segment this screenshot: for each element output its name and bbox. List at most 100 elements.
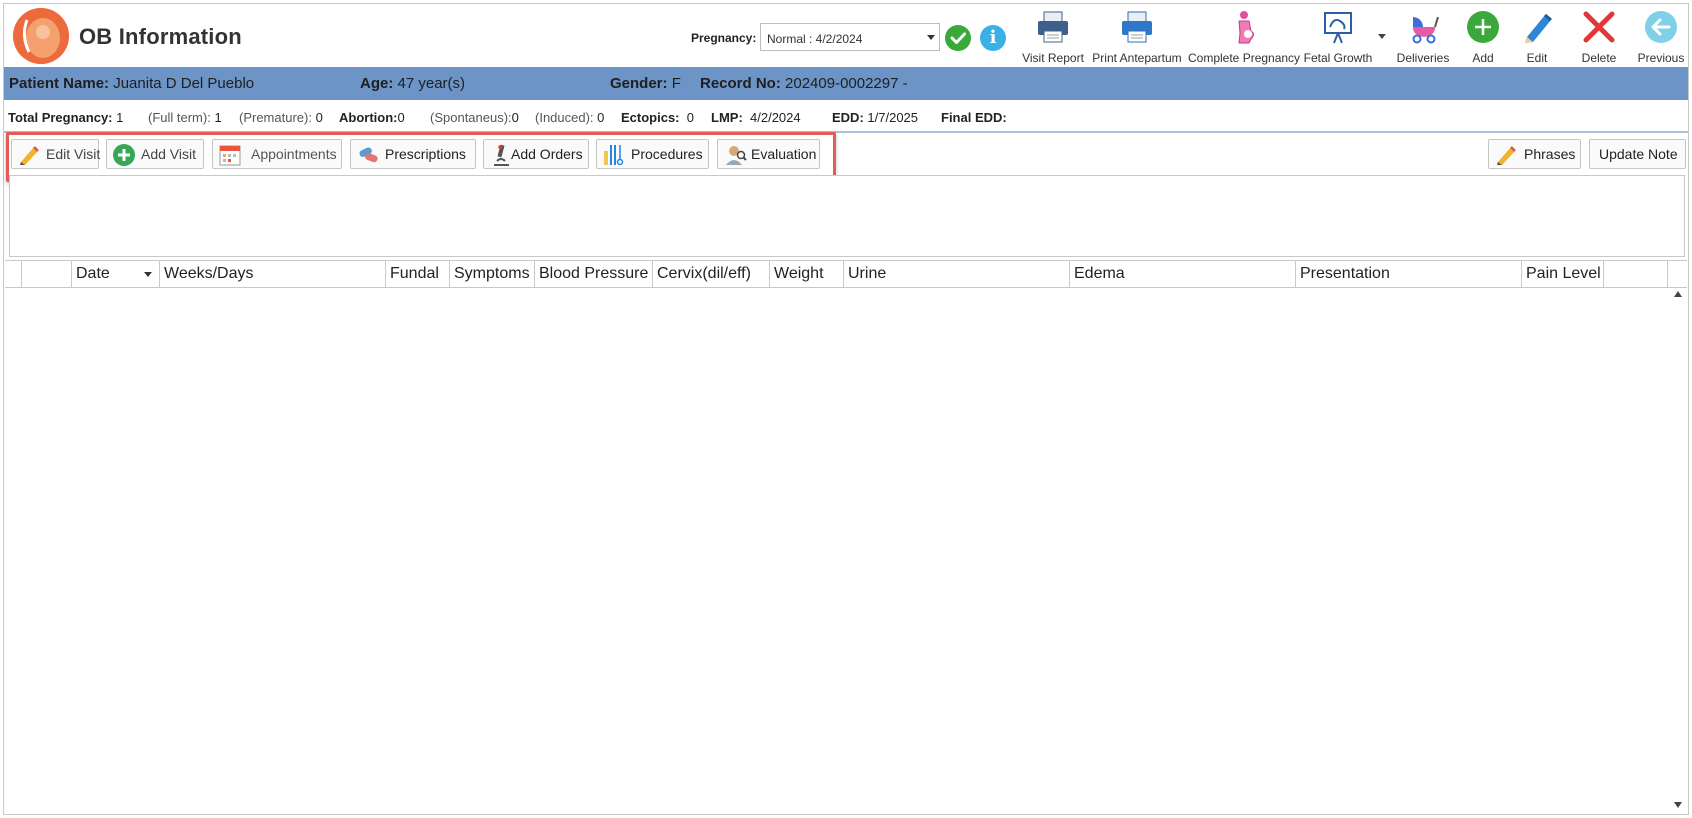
visit-report-button[interactable]: Visit Report [1020,8,1086,66]
premature-value: 0 [315,110,323,125]
pregnancy-label: Pregnancy: [691,31,757,45]
ectopics-value: 0 [686,110,694,125]
evaluation-person-icon [723,143,747,167]
microscope-icon [489,143,513,167]
spontaneus-value: 0 [511,110,519,125]
column-header-blood-pressure[interactable]: Blood Pressure [535,261,653,288]
scroll-down-arrow-icon[interactable] [1674,802,1682,808]
column-header-date-label: Date [76,265,110,282]
printer-icon [1035,9,1071,45]
abortion-value: 0 [397,110,405,125]
patient-name-label: Patient Name: [9,75,110,92]
surgical-tools-icon [602,143,626,167]
fetal-growth-dropdown-icon[interactable] [1378,34,1386,39]
previous-button[interactable]: Previous [1632,8,1690,66]
induced-label: (Induced): [535,110,594,125]
lmp-value: 4/2/2024 [750,110,801,125]
column-header-presentation[interactable]: Presentation [1296,261,1522,288]
plus-circle-icon [1465,9,1501,45]
edit-button[interactable]: Edit [1512,8,1562,66]
add-orders-button[interactable]: Add Orders [483,139,589,169]
ectopics-label: Ectopics: [621,110,680,125]
record-number: 202409-0002297 - [785,75,908,92]
column-header-blank [1604,261,1668,288]
select-column [22,261,72,288]
print-antepartum-label: Print Antepartum [1092,51,1182,65]
update-note-button[interactable]: Update Note [1589,139,1686,169]
column-header-cervix[interactable]: Cervix(dil/eff) [653,261,770,288]
procedures-button[interactable]: Procedures [596,139,709,169]
arrow-left-circle-icon [1643,9,1679,45]
scroll-up-arrow-icon[interactable] [1674,291,1682,297]
column-header-pain-level[interactable]: Pain Level [1522,261,1604,288]
patient-name: Juanita D Del Pueblo [113,75,255,92]
add-visit-button[interactable]: Add Visit [106,139,204,169]
complete-pregnancy-label: Complete Pregnancy [1188,51,1301,65]
info-icon[interactable]: i [980,25,1006,51]
patient-info-bar: Patient Name: Juanita D Del Pueblo Age: … [4,67,1688,100]
column-header-urine[interactable]: Urine [844,261,1070,288]
induced-value: 0 [597,110,605,125]
fetal-growth-label: Fetal Growth [1303,51,1373,65]
printer-icon [1119,9,1155,45]
prescriptions-button[interactable]: Prescriptions [350,139,476,169]
pencil-icon [17,143,41,167]
phrases-button[interactable]: Phrases [1488,139,1581,169]
grid-body [5,289,1687,815]
patient-gender: F [671,75,681,92]
edit-visit-button[interactable]: Edit Visit [11,139,100,169]
row-indicator-column [5,261,22,288]
pregnancy-summary: Total Pregnancy: 1 (Full term): 1 (Prema… [4,101,1688,133]
add-orders-label: Add Orders [511,146,583,162]
note-textarea[interactable] [9,175,1685,257]
spontaneus-label: (Spontaneus): [430,110,512,125]
pregnant-woman-icon [1226,9,1262,45]
edit-label: Edit [1526,51,1548,65]
column-header-edema[interactable]: Edema [1070,261,1296,288]
column-header-fundal[interactable]: Fundal [386,261,450,288]
pregnancy-select[interactable]: Normal : 4/2/2024 [760,23,940,51]
column-header-date[interactable]: Date [72,261,160,288]
header: OB Information Pregnancy: Normal : 4/2/2… [4,4,1688,66]
gender-label: Gender: [610,75,668,92]
chevron-down-icon[interactable] [144,272,152,277]
fetal-growth-button[interactable]: Fetal Growth [1302,8,1374,66]
appointments-label: Appointments [251,146,337,162]
ob-information-window: OB Information Pregnancy: Normal : 4/2/2… [3,3,1689,815]
visits-grid: Date Weeks/Days Fundal Symptoms Blood Pr… [5,260,1687,814]
appointments-button[interactable]: Appointments [212,139,342,169]
print-antepartum-button[interactable]: Print Antepartum [1090,8,1184,66]
complete-pregnancy-button[interactable]: Complete Pregnancy [1188,8,1300,66]
column-header-weeks-days[interactable]: Weeks/Days [160,261,386,288]
visit-report-label: Visit Report [1022,51,1084,65]
pills-icon [356,143,380,167]
column-header-weight[interactable]: Weight [770,261,844,288]
full-term-value: 1 [214,110,222,125]
checkmark-icon[interactable] [945,25,971,51]
deliveries-label: Deliveries [1396,51,1450,65]
total-pregnancy-label: Total Pregnancy: [8,110,113,125]
abortion-label: Abortion: [339,110,398,125]
add-label: Add [1472,51,1494,65]
pencil-icon [1494,143,1518,167]
column-header-symptoms[interactable]: Symptoms [450,261,535,288]
delete-x-icon [1581,9,1617,45]
edd-label: EDD: [832,110,864,125]
record-label: Record No: [700,75,781,92]
evaluation-button[interactable]: Evaluation [717,139,820,169]
deliveries-button[interactable]: Deliveries [1392,8,1454,66]
total-pregnancy-value: 1 [116,110,124,125]
delete-label: Delete [1581,51,1617,65]
add-visit-label: Add Visit [141,146,196,162]
chevron-down-icon [927,35,935,40]
grid-header: Date Weeks/Days Fundal Symptoms Blood Pr… [5,261,1687,288]
calendar-icon [218,143,242,167]
patient-age: 47 year(s) [397,75,466,92]
add-button[interactable]: Add [1458,8,1508,66]
age-label: Age: [360,75,394,92]
delete-button[interactable]: Delete [1570,8,1628,66]
premature-label: (Premature): [239,110,312,125]
final-edd-label: Final EDD: [941,110,1007,125]
evaluation-label: Evaluation [751,146,817,162]
plus-circle-icon [112,143,136,167]
